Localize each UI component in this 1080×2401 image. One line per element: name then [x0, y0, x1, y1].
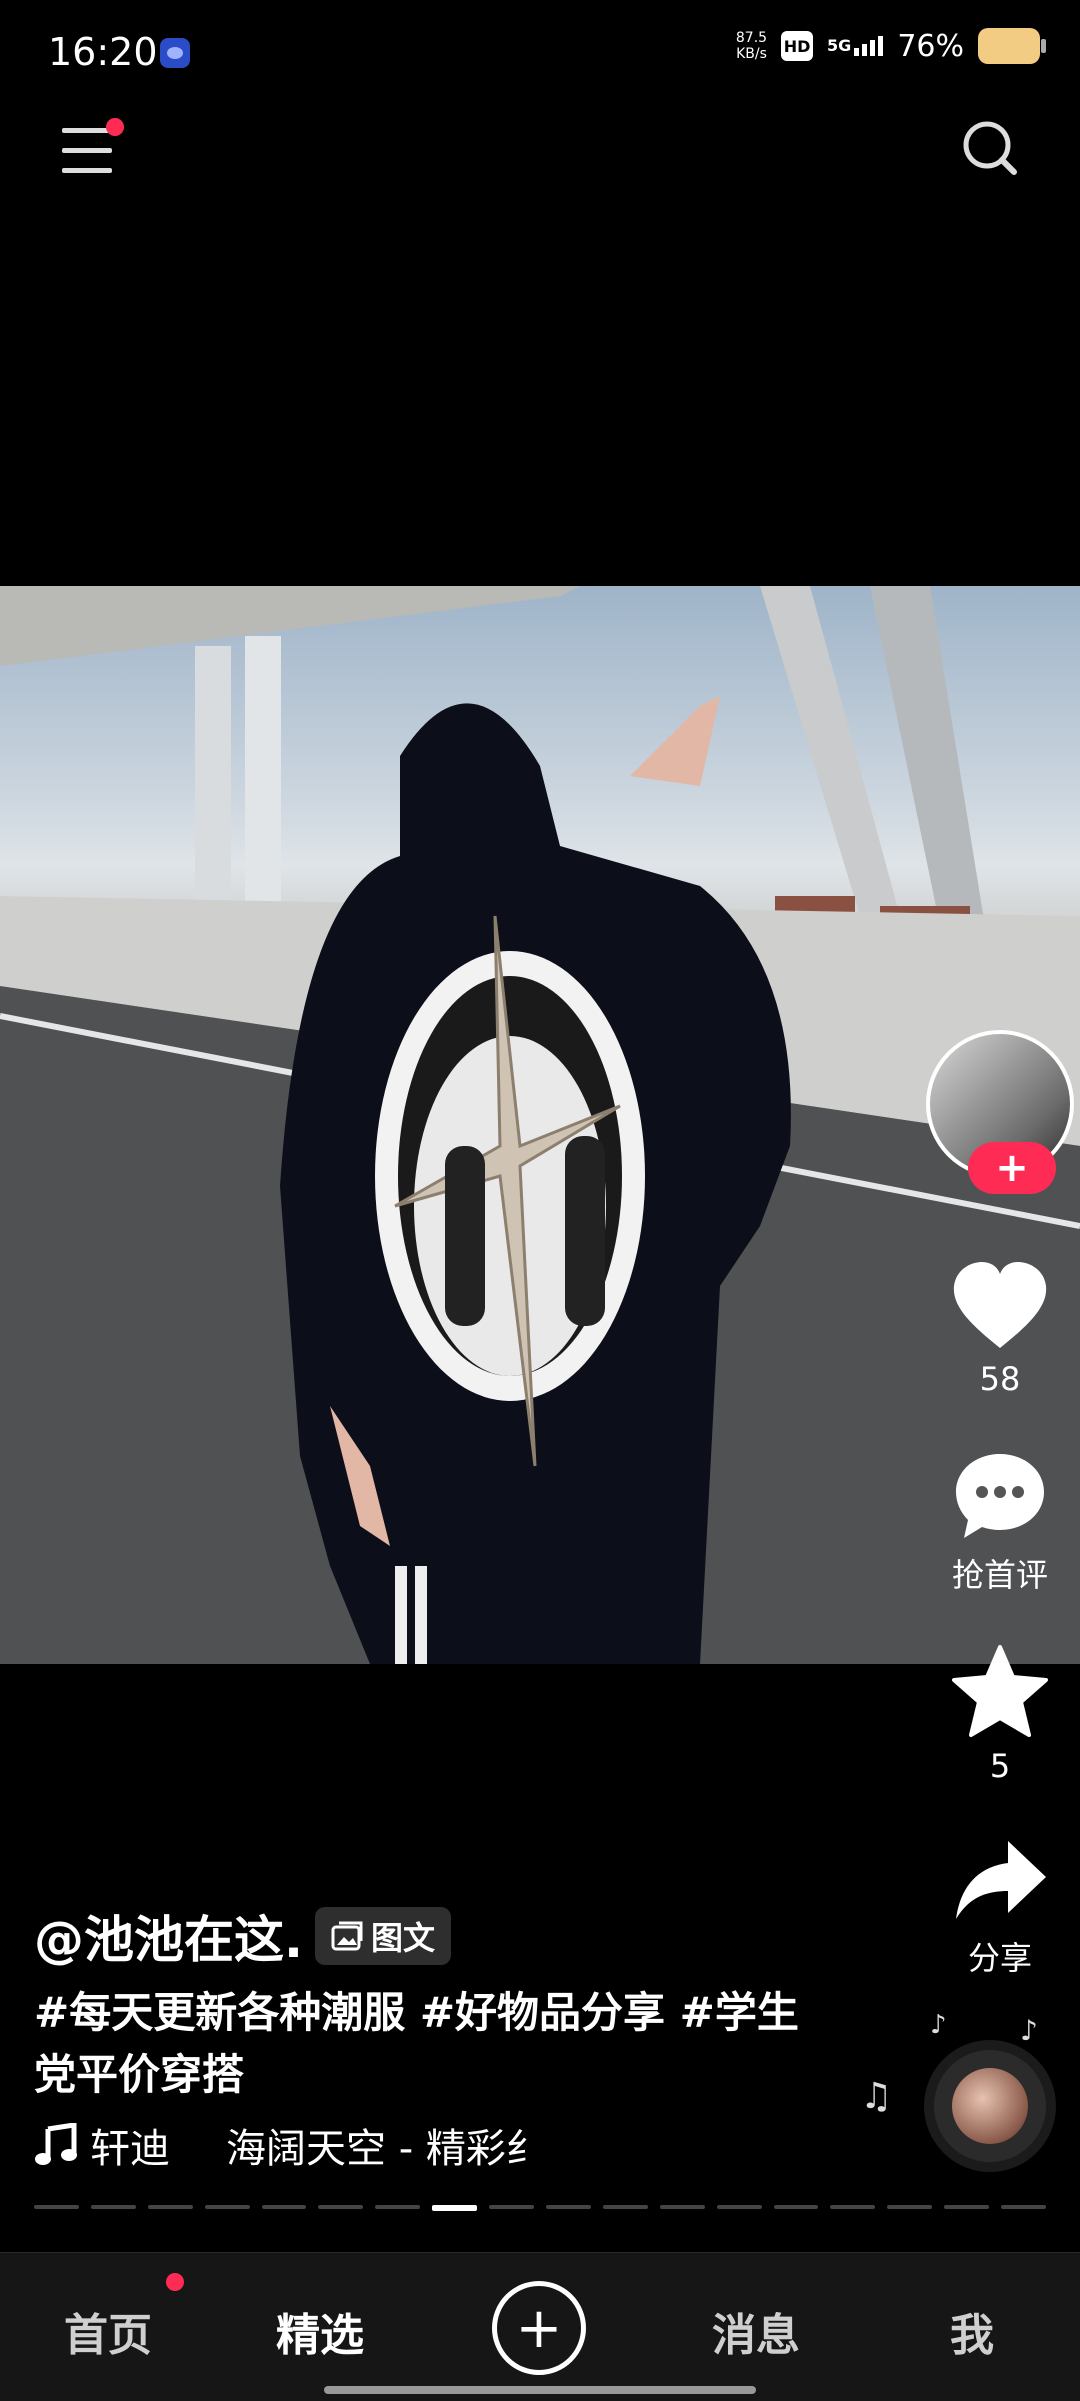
author-row: @池池在这. 图文	[34, 1900, 452, 1972]
progress-segment	[261, 2205, 307, 2209]
post-type-label: 图文	[371, 1919, 436, 1957]
tab-home[interactable]: 首页	[64, 2299, 152, 2363]
hoodie-photo-illustration	[0, 586, 1080, 1664]
app-notification-icon	[160, 38, 190, 68]
progress-segment	[375, 2205, 421, 2209]
tab-messages[interactable]: 消息	[712, 2299, 800, 2363]
progress-segment	[944, 2205, 990, 2209]
progress-segment	[830, 2205, 876, 2209]
progress-segment	[716, 2205, 762, 2209]
progress-segment	[659, 2205, 705, 2209]
comment-action[interactable]: 抢首评	[920, 1450, 1080, 1596]
like-action[interactable]: 58	[920, 1260, 1080, 1398]
star-icon[interactable]	[950, 1645, 1050, 1739]
music-cover	[952, 2068, 1028, 2144]
progress-segment	[1001, 2205, 1047, 2209]
battery-icon	[978, 28, 1046, 64]
comment-icon[interactable]	[952, 1450, 1048, 1542]
signal-icon: 5G	[827, 36, 884, 56]
post-type-badge: 图文	[315, 1907, 452, 1965]
music-title: 海阔天空 - 精彩纟	[226, 2126, 546, 2172]
music-artist: 轩迪	[90, 2126, 170, 2172]
bottom-tab-bar: 首页 精选 + 消息 我	[0, 2252, 1080, 2401]
floating-note-icon: ♪	[1020, 2014, 1038, 2047]
menu-notification-dot	[106, 118, 124, 136]
floating-note-icon: ♪	[930, 2010, 947, 2040]
favorite-count: 5	[989, 1747, 1011, 1785]
music-disc[interactable]	[924, 2040, 1056, 2172]
network-type: 5G	[827, 36, 852, 55]
share-action[interactable]: 分享	[920, 1835, 1080, 1979]
progress-segment	[147, 2205, 193, 2209]
favorite-action[interactable]: 5	[920, 1645, 1080, 1785]
menu-button[interactable]	[62, 118, 124, 174]
progress-segment	[90, 2205, 136, 2209]
battery-percent: 76%	[897, 28, 964, 64]
tab-me[interactable]: 我	[950, 2299, 994, 2363]
progress-segment	[34, 2205, 79, 2209]
progress-segment	[489, 2205, 535, 2209]
music-fade	[568, 2110, 628, 2170]
heart-icon[interactable]	[950, 1260, 1050, 1352]
search-icon[interactable]	[960, 118, 1020, 178]
network-speed: 87.5 KB/s	[736, 30, 767, 62]
post-image[interactable]	[0, 586, 1080, 1664]
home-notification-dot	[166, 2273, 184, 2291]
author-name[interactable]: @池池在这.	[34, 1900, 303, 1972]
progress-segment	[318, 2205, 364, 2209]
follow-button[interactable]: +	[968, 1142, 1056, 1194]
progress-segment	[204, 2205, 250, 2209]
progress-segment	[602, 2205, 648, 2209]
music-line[interactable]: 轩迪 海阔天空 - 精彩纟	[34, 2116, 546, 2174]
floating-note-icon: ♫	[860, 2076, 893, 2117]
progress-segment	[773, 2205, 819, 2209]
comment-label: 抢首评	[951, 1556, 1048, 1594]
status-bar: 16:20 87.5 KB/s HD 5G 76%	[0, 0, 1080, 110]
progress-segment	[546, 2205, 591, 2209]
home-indicator	[324, 2386, 756, 2394]
network-speed-value: 87.5	[735, 30, 768, 46]
post-description[interactable]: #每天更新各种潮服 #好物品分享 #学生党平价穿搭	[34, 1982, 814, 2106]
image-progress-indicator	[34, 2205, 1047, 2211]
network-speed-unit: KB/s	[736, 46, 767, 62]
like-count: 58	[979, 1360, 1021, 1398]
hd-icon: HD	[781, 31, 814, 61]
progress-segment	[887, 2205, 933, 2209]
image-icon	[331, 1921, 363, 1951]
music-note-icon	[35, 2123, 77, 2165]
share-label: 分享	[967, 1939, 1032, 1977]
share-icon[interactable]	[950, 1835, 1050, 1925]
create-button[interactable]: +	[492, 2281, 586, 2375]
progress-segment	[432, 2205, 478, 2211]
status-time: 16:20	[48, 30, 158, 74]
tab-featured[interactable]: 精选	[276, 2299, 364, 2363]
